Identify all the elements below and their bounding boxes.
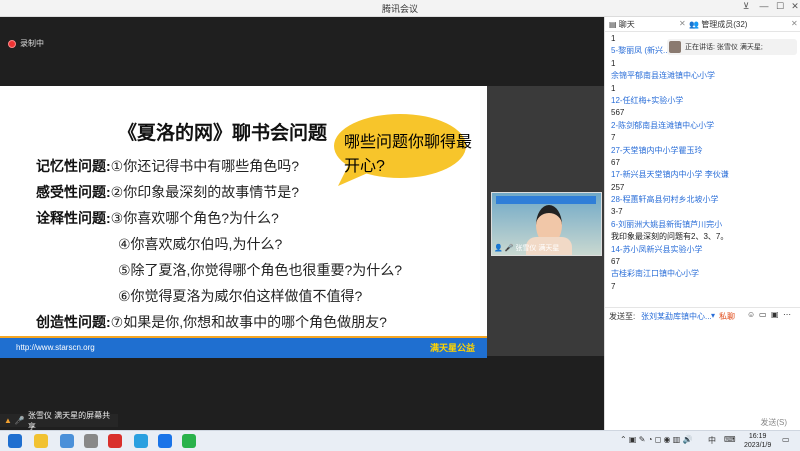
question-row: 创造性问题:⑦如果是你,你想和故事中的哪个角色做朋友? [36,314,387,330]
browser-icon[interactable] [60,434,74,448]
image-icon[interactable]: ▣ [771,310,779,319]
list-item[interactable]: 27-天堂镇内中小学瞿玉玲 [611,145,797,157]
question-row: ④你喜欢威尔伯吗,为什么? [118,236,283,252]
list-item: 3-7 [611,207,623,217]
footer-brand-logo: 满天星公益 [429,343,475,353]
list-item[interactable]: 余锦平郁南县连滩镇中心小学 [611,70,797,82]
list-item: 7 [611,133,616,143]
question-row: 记忆性问题:①你还记得书中有哪些角色吗? [36,158,300,174]
question-row: 感受性问题:②你印象最深刻的故事情节是? [36,184,300,200]
notification-icon[interactable]: ▭ [782,435,790,444]
start-icon[interactable] [8,434,22,448]
meeting-icon[interactable] [134,434,148,448]
list-item[interactable]: 6-刘丽洲大姚县新街镇芦川完小 [611,219,797,231]
private-chat-toggle[interactable]: 私聊 [719,311,735,322]
video-tile[interactable]: 👤 🎤 张雪仪 满天星 [491,192,602,256]
list-item[interactable]: 古桂彩南江口镇中心小学 [611,268,797,280]
chevron-down-icon[interactable]: ▾ [711,311,715,320]
ime-indicator[interactable]: 中 [708,435,716,446]
folder-icon[interactable] [34,434,48,448]
wps-icon[interactable] [108,434,122,448]
tray-icons[interactable]: ⌃ ▣ ✎ ◔ ◻ ◉ ▥ 🔊 [620,435,693,444]
send-to-label: 发送至: [609,312,636,321]
file-icon[interactable]: ▭ [759,310,767,319]
list-item: 7 [611,281,616,291]
message-list[interactable]: 1 5-黎丽凤 (新兴... 1 余锦平郁南县连滩镇中心小学 1 12-任红梅+… [611,33,797,293]
list-item: 1 [611,58,616,68]
chat-toolbar: 发送至: 张刘某勐库镇中心... ▾ 私聊 ☺ ▭ ▣ ⋯ [605,307,800,322]
list-item: 67 [611,157,620,167]
record-icon [8,39,16,48]
tab-members[interactable]: 👥 管理成员(32) [689,19,747,30]
slide-title: 《夏洛的网》聊书会问题 [118,123,328,144]
question-row: ⑥你觉得夏洛为威尔伯这样做值不值得? [118,288,363,304]
recording-indicator[interactable]: 录制中 [8,38,44,49]
clock-date: 2023/1/9 [744,442,772,449]
speaking-notice: 正在讲话: 张雪仪 满天星; [667,39,797,55]
list-item: 567 [611,108,625,118]
clock-time: 16:19 [748,433,767,440]
video-banner [496,196,596,204]
list-item[interactable]: 2-陈剑郁南县连滩镇中心小学 [611,120,797,132]
list-item: 我印象最深刻的问题有2、3、7。 [611,232,729,242]
list-item[interactable]: 12-任红梅+实验小学 [611,95,797,107]
members-icon: 👥 [689,20,699,29]
video-name: 张雪仪 满天星 [515,245,560,252]
avatar [669,41,681,53]
window-title: 腾讯会议 [381,4,418,14]
send-button[interactable]: 发送(S) [760,417,787,428]
window-titlebar: 腾讯会议 ⊻ — ☐ ✕ [0,0,800,17]
bubble-text: 哪些问题你聊得最开心? [344,134,473,175]
list-item[interactable]: 28-程蕙轩高县何村乡北坡小学 [611,194,797,206]
screen-share-label: ▲ 🎤 张雪仪 满天星的屏幕共享 [0,411,118,431]
list-item[interactable]: 14-苏小凤新兴县实验小学 [611,244,797,256]
video-name-tag: 👤 🎤 张雪仪 满天星 [494,243,559,253]
list-item[interactable]: 17-新兴县天堂镇内中小学 李伙谦 [611,169,797,181]
send-to-select[interactable]: 张刘某勐库镇中心... [641,311,712,322]
video-app-icon[interactable] [158,434,172,448]
person-icon: 👤 [494,245,503,252]
keyboard-icon[interactable]: ⌨ [724,435,736,444]
question-row: 诠释性问题:③你喜欢哪个角色?为什么? [36,210,279,226]
slide-footer: http://www.starscn.org 满天星公益 [0,338,487,358]
footer-url: http://www.starscn.org [16,343,95,352]
share-label-text: 张雪仪 满天星的屏幕共享 [27,410,111,431]
more-icon[interactable]: ⋯ [783,310,791,319]
list-item: 1 [611,83,616,93]
close-tab-icon[interactable]: ✕ [679,19,686,28]
question-row: ⑤除了夏洛,你觉得哪个角色也很重要?为什么? [118,262,403,278]
speaking-text: 正在讲话: 张雪仪 满天星; [685,44,763,51]
close-button[interactable]: ✕ [786,1,800,12]
chat-icon: ▤ [609,20,617,29]
list-item: 257 [611,182,625,192]
list-item: 67 [611,257,620,267]
pin-icon[interactable]: ⊻ [737,1,755,12]
chat-panel: ▤ 聊天 ✕ 👥 管理成员(32) ✕ 1 5-黎丽凤 (新兴... 1 余锦平… [604,17,800,430]
tab-chat[interactable]: ▤ 聊天 [609,19,635,30]
app-icon[interactable] [84,434,98,448]
system-clock[interactable]: 16:19 2023/1/9 [744,432,771,450]
wechat-icon[interactable] [182,434,196,448]
share-icon: ▲ [4,416,12,425]
mic-icon: 🎤 [14,416,25,425]
taskbar: ⌃ ▣ ✎ ◔ ◻ ◉ ▥ 🔊 中 ⌨ 16:19 2023/1/9 ▭ [0,430,800,451]
mic-icon: 🎤 [504,245,514,252]
chat-tabs: ▤ 聊天 ✕ 👥 管理成员(32) ✕ [605,17,800,32]
recording-label: 录制中 [20,39,44,48]
emoji-icon[interactable]: ☺ [747,310,755,319]
close-members-icon[interactable]: ✕ [791,19,798,28]
